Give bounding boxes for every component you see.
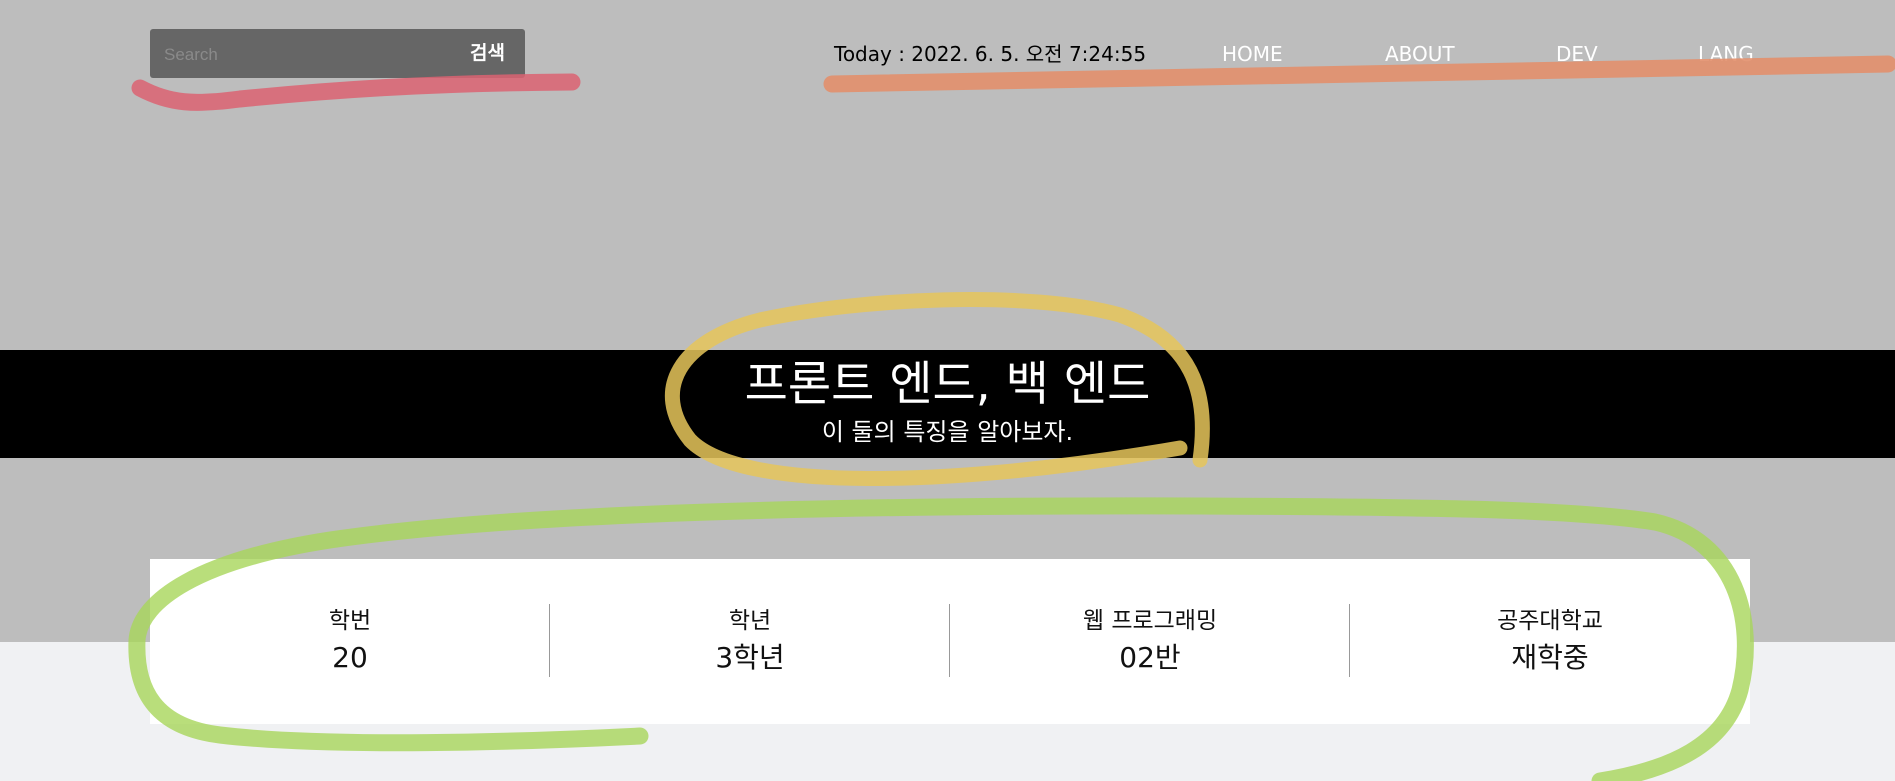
nav-dev[interactable]: DEV <box>1556 37 1598 71</box>
info-label: 학년 <box>728 608 772 634</box>
info-item-student-id: 학번 20 <box>150 604 550 677</box>
search-button[interactable]: 검색 <box>470 29 505 78</box>
hero-background <box>0 0 1895 642</box>
info-label: 웹 프로그래밍 <box>1082 608 1218 634</box>
search-box: 검색 <box>150 29 525 80</box>
info-value: 20 <box>332 641 368 674</box>
hero-title: 프론트 엔드, 백 엔드 <box>744 357 1151 412</box>
hero-band: 프론트 엔드, 백 엔드 이 둘의 특징을 알아보자. <box>0 350 1895 458</box>
nav-about[interactable]: ABOUT <box>1385 37 1455 71</box>
nav-home[interactable]: HOME <box>1222 37 1283 71</box>
info-value: 재학중 <box>1511 641 1589 674</box>
info-label: 공주대학교 <box>1497 608 1603 634</box>
info-item-grade: 학년 3학년 <box>550 604 950 677</box>
search-input[interactable] <box>162 29 466 80</box>
info-card: 학번 20 학년 3학년 웹 프로그래밍 02반 공주대학교 재학중 <box>150 559 1750 724</box>
info-item-university: 공주대학교 재학중 <box>1350 604 1750 677</box>
info-value: 02반 <box>1119 641 1181 674</box>
info-label: 학번 <box>328 608 372 634</box>
hero-subtitle: 이 둘의 특징을 알아보자. <box>821 418 1074 446</box>
info-value: 3학년 <box>715 641 785 674</box>
nav-lang[interactable]: LANG <box>1698 37 1754 71</box>
info-item-class: 웹 프로그래밍 02반 <box>950 604 1350 677</box>
today-clock: Today : 2022. 6. 5. 오전 7:24:55 <box>834 42 1147 66</box>
